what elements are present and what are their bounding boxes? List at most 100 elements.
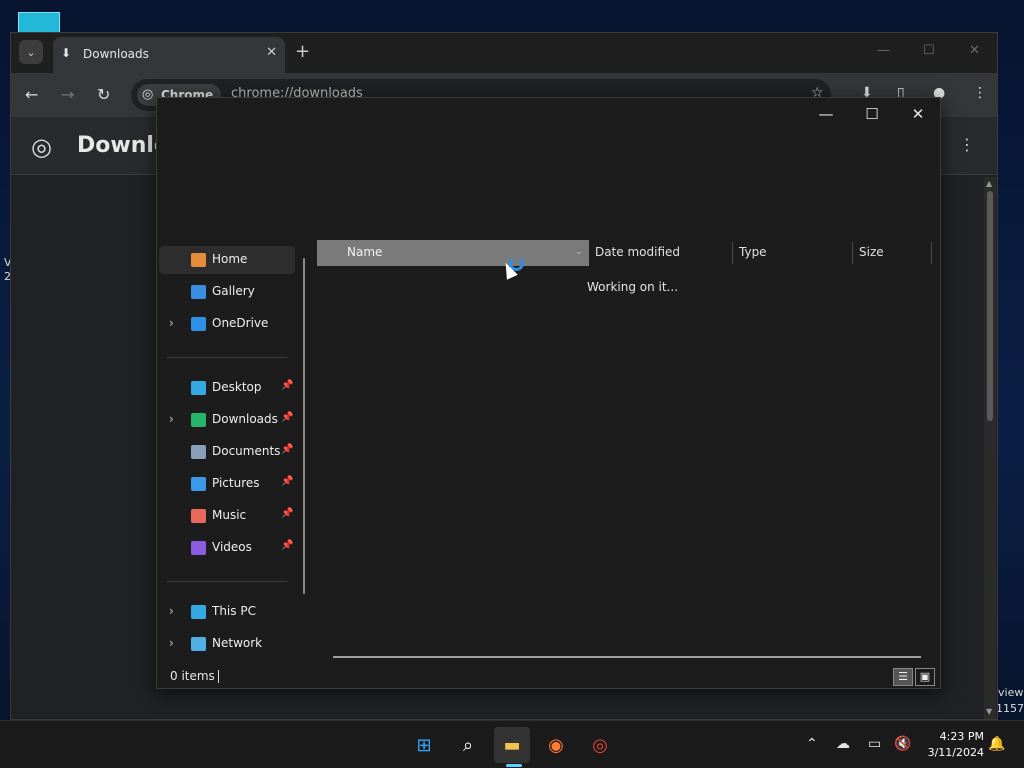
sidebar-item-label: Downloads	[212, 412, 278, 426]
sidebar-item-documents[interactable]: Documents 📌	[159, 438, 295, 466]
sidebar-item-music[interactable]: Music 📌	[159, 502, 295, 530]
tab-downloads[interactable]: ⬇ Downloads ✕	[53, 37, 285, 73]
status-divider	[218, 670, 219, 683]
home-icon	[191, 253, 206, 267]
sidebar-item-label: This PC	[212, 604, 256, 618]
maximize-button[interactable]: ☐	[849, 102, 895, 126]
onedrive-icon	[191, 317, 206, 331]
gallery-icon	[191, 285, 206, 299]
column-header-name[interactable]: Name ⌄	[317, 240, 589, 266]
desktop-shortcut-icon[interactable]	[18, 12, 60, 34]
onedrive-offline-icon[interactable]: ☁	[836, 736, 850, 752]
sidebar-item-videos[interactable]: Videos 📌	[159, 534, 295, 562]
navigation-pane: Home Gallery › OneDrive Desktop 📌 › Downloads 📌 D…	[157, 242, 307, 662]
scroll-up-icon[interactable]: ▲	[986, 179, 992, 188]
pin-icon: 📌	[281, 444, 294, 455]
download-icon: ⬇	[61, 46, 72, 60]
column-separator[interactable]	[852, 242, 853, 264]
tab-search-button[interactable]: ⌄	[19, 40, 43, 64]
this-pc-icon	[191, 605, 206, 619]
active-app-indicator	[506, 764, 522, 767]
reload-button[interactable]: ↻	[97, 85, 110, 104]
search-icon[interactable]: ⌕	[450, 727, 486, 763]
scroll-down-icon[interactable]: ▼	[986, 707, 992, 716]
videos-icon	[191, 541, 206, 555]
sidebar-item-label: Desktop	[212, 380, 262, 394]
file-list: Name ⌄ Date modified Type Size Working o…	[317, 240, 941, 660]
loading-message: Working on it...	[587, 280, 679, 294]
documents-icon	[191, 445, 206, 459]
column-header-type[interactable]: Type	[739, 240, 855, 266]
volume-muted-icon[interactable]: 🔇	[894, 736, 911, 752]
pin-icon: 📌	[281, 476, 294, 487]
chevron-down-icon[interactable]: ⌄	[575, 240, 583, 264]
sidebar-item-downloads[interactable]: › Downloads 📌	[159, 406, 295, 434]
sidebar-item-onedrive[interactable]: › OneDrive	[159, 310, 295, 338]
status-bar: 0 items ☰ ▣	[157, 666, 940, 688]
scrollbar-thumb[interactable]	[987, 191, 993, 421]
close-dialog-button[interactable]: ✕	[895, 102, 941, 126]
music-icon	[191, 509, 206, 523]
sidebar-item-label: Pictures	[212, 476, 260, 490]
start-icon[interactable]: ⊞	[406, 727, 442, 763]
column-header-date-modified[interactable]: Date modified	[595, 240, 731, 266]
edge-text: view	[998, 686, 1024, 699]
sidebar-item-desktop[interactable]: Desktop 📌	[159, 374, 295, 402]
sidebar-item-label: Music	[212, 508, 247, 522]
horizontal-scrollbar[interactable]	[333, 656, 921, 658]
sidebar-item-network[interactable]: › Network	[159, 630, 295, 658]
notification-bell-icon[interactable]: 🔔	[988, 736, 1005, 752]
sidebar-item-this-pc[interactable]: › This PC	[159, 598, 295, 626]
network-icon[interactable]: ▭	[868, 736, 881, 752]
back-button[interactable]: ←	[25, 85, 38, 104]
large-icons-view-button[interactable]: ▣	[915, 668, 935, 686]
sidebar-item-pictures[interactable]: Pictures 📌	[159, 470, 295, 498]
column-separator[interactable]	[732, 242, 733, 264]
item-count: 0 items	[170, 669, 215, 683]
sidebar-item-label: Videos	[212, 540, 252, 554]
minimize-button[interactable]: —	[877, 43, 890, 58]
pin-icon: 📌	[281, 508, 294, 519]
desktop-icon	[191, 381, 206, 395]
sidebar-item-label: Home	[212, 252, 248, 266]
forward-button[interactable]: →	[61, 85, 74, 104]
close-window-button[interactable]: ✕	[969, 43, 980, 58]
file-explorer-icon[interactable]: ▬	[494, 727, 530, 763]
new-tab-button[interactable]: +	[295, 41, 310, 62]
chrome-logo-icon: ◎	[142, 87, 154, 102]
chevron-right-icon[interactable]: ›	[169, 316, 174, 330]
close-icon[interactable]: ✕	[266, 45, 277, 60]
sidebar-item-label: Gallery	[212, 284, 255, 298]
pin-icon: 📌	[281, 380, 294, 391]
column-header-size[interactable]: Size	[859, 240, 931, 266]
taskbar: ⊞ ⌕ ▬ ◉ ◎ ⌃ ☁ ▭ 🔇 4:23 PM 3/11/2024 🔔	[0, 720, 1024, 768]
pictures-icon	[191, 477, 206, 491]
maximize-button[interactable]: ☐	[923, 43, 935, 58]
chevron-right-icon[interactable]: ›	[169, 636, 174, 650]
menu-kebab-icon[interactable]: ⋮	[973, 85, 987, 101]
chrome-icon[interactable]: ◎	[582, 727, 618, 763]
downloads-icon	[191, 413, 206, 427]
sidebar-item-home[interactable]: Home	[159, 246, 295, 274]
pin-icon: 📌	[281, 540, 294, 551]
nav-scrollbar[interactable]	[303, 258, 305, 594]
clock-date[interactable]: 3/11/2024	[920, 746, 984, 759]
nav-separator	[167, 581, 287, 582]
sidebar-item-gallery[interactable]: Gallery	[159, 278, 295, 306]
edge-text: 1157	[996, 702, 1024, 715]
chevron-right-icon[interactable]: ›	[169, 412, 174, 426]
column-separator[interactable]	[931, 242, 932, 264]
chevron-up-icon[interactable]: ⌃	[806, 736, 818, 752]
chevron-right-icon[interactable]: ›	[169, 604, 174, 618]
sidebar-item-label: Network	[212, 636, 263, 650]
chrome-logo-icon: ◎	[31, 133, 52, 161]
minimize-button[interactable]: —	[803, 102, 849, 126]
chevron-down-icon: ⌄	[26, 45, 36, 59]
tab-title: Downloads	[83, 47, 149, 61]
page-scrollbar[interactable]: ▲ ▼	[984, 177, 996, 719]
clock-time[interactable]: 4:23 PM	[932, 730, 984, 743]
menu-kebab-icon[interactable]: ⋮	[959, 135, 975, 154]
firefox-icon[interactable]: ◉	[538, 727, 574, 763]
details-view-button[interactable]: ☰	[893, 668, 913, 686]
nav-separator	[167, 357, 287, 358]
